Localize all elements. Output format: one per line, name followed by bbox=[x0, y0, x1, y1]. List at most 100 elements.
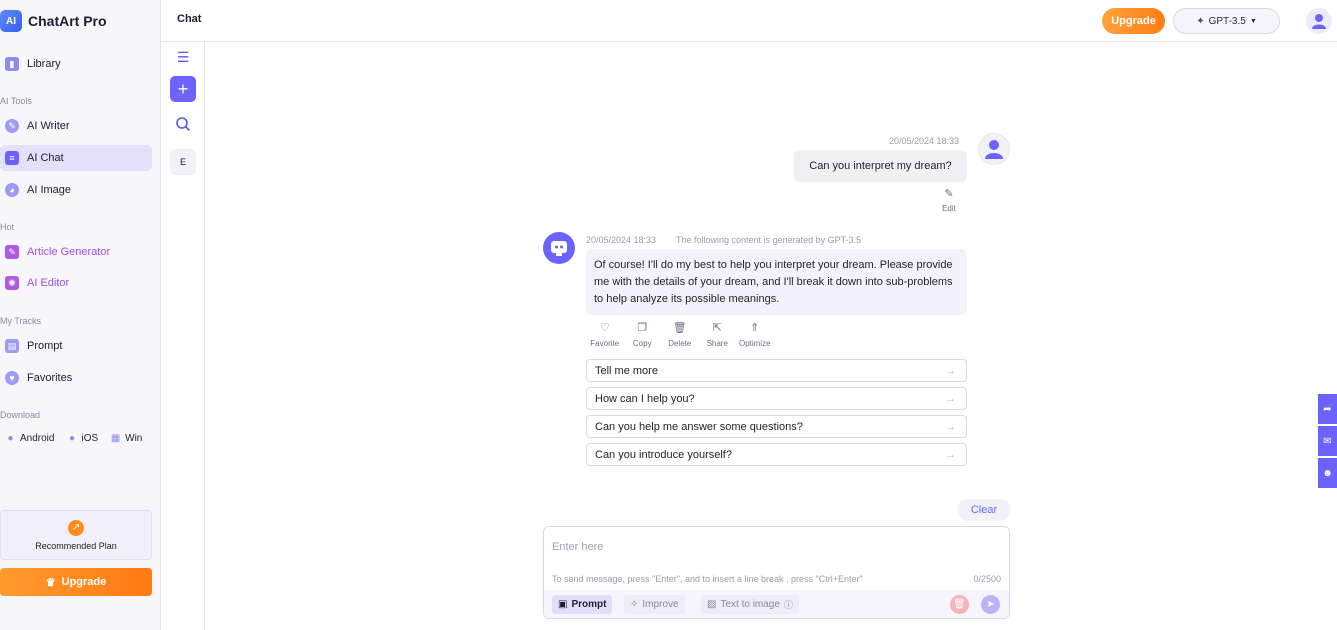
page-title: Chat bbox=[177, 13, 202, 25]
header-upgrade-button[interactable]: Upgrade bbox=[1102, 8, 1165, 34]
mail-icon: ✉ bbox=[1323, 435, 1332, 447]
user-message-time: 20/05/2024 18:33 bbox=[889, 136, 960, 146]
suggestion-item[interactable]: Can you introduce yourself? → bbox=[586, 443, 967, 466]
sidebar-item-ai-editor[interactable]: ✺ AI Editor bbox=[0, 270, 152, 296]
model-select[interactable]: ✦ GPT-3.5 ▼ bbox=[1173, 8, 1280, 34]
message-actions: ♡ Favorite ❐ Copy 🗑︎ Delete ⇱ Share ⇑ Op… bbox=[586, 321, 774, 348]
sidebar: AI ChatArt Pro ▮ Library AI Tools ✎ AI W… bbox=[0, 0, 161, 630]
section-label-ai-tools: AI Tools bbox=[0, 96, 32, 106]
suggestion-item[interactable]: Can you help me answer some questions? → bbox=[586, 415, 967, 438]
send-button[interactable]: ➤ bbox=[981, 595, 1000, 614]
sidebar-item-ai-writer[interactable]: ✎ AI Writer bbox=[0, 113, 152, 139]
download-android-link[interactable]: Android bbox=[20, 433, 54, 444]
clear-input-button[interactable]: 🗑︎ bbox=[950, 595, 969, 614]
section-label-my-tracks: My Tracks bbox=[0, 316, 42, 326]
sidebar-item-label: AI Writer bbox=[27, 120, 70, 132]
arrow-up-right-icon: ↗ bbox=[68, 519, 84, 536]
robot-icon bbox=[551, 241, 567, 256]
section-label-download: Download bbox=[0, 410, 41, 420]
float-mail-tab[interactable]: ✉ bbox=[1318, 426, 1337, 456]
user-avatar[interactable] bbox=[1306, 8, 1332, 34]
copy-label: Copy bbox=[632, 339, 652, 348]
suggestion-item[interactable]: Tell me more → bbox=[586, 359, 967, 382]
suggestion-text: How can I help you? bbox=[595, 392, 695, 405]
trash-icon: 🗑︎ bbox=[953, 599, 966, 610]
windows-icon: ▦ bbox=[110, 433, 121, 444]
clear-button[interactable]: Clear bbox=[957, 499, 1011, 521]
prompt-icon: ▤ bbox=[5, 339, 19, 353]
improve-chip[interactable]: ✧ Improve bbox=[624, 595, 685, 614]
bot-generated-note: The following content is generated by GP… bbox=[676, 235, 862, 245]
message-input[interactable] bbox=[552, 541, 992, 553]
prompt-icon: ▣ bbox=[558, 599, 568, 610]
suggestion-text: Tell me more bbox=[595, 364, 658, 377]
sidebar-item-library[interactable]: ▮ Library bbox=[0, 51, 152, 77]
user-icon bbox=[985, 140, 1003, 159]
favorite-button[interactable]: ♡ Favorite bbox=[586, 321, 624, 348]
float-share-tab[interactable]: ➦ bbox=[1318, 394, 1337, 424]
new-chat-button[interactable]: + bbox=[170, 76, 196, 102]
sidebar-item-article-generator[interactable]: ✎ Article Generator bbox=[0, 239, 152, 265]
sidebar-item-label: Prompt bbox=[27, 340, 63, 352]
prompt-chip[interactable]: ▣ Prompt bbox=[552, 595, 613, 614]
sidebar-item-ai-chat[interactable]: ≡ AI Chat bbox=[0, 145, 152, 171]
bot-message-bubble: Of course! I'll do my best to help you i… bbox=[586, 249, 967, 315]
book-icon: ▮ bbox=[5, 57, 19, 71]
suggestion-text: Can you help me answer some questions? bbox=[595, 420, 803, 433]
sidebar-item-favorites[interactable]: ♥ Favorites bbox=[0, 365, 152, 391]
optimize-button[interactable]: ⇑ Optimize bbox=[736, 321, 774, 348]
chevron-down-icon: ▼ bbox=[1249, 17, 1257, 25]
share-button[interactable]: ⇱ Share bbox=[699, 321, 737, 348]
heart-icon: ♡ bbox=[599, 322, 610, 334]
edit-message-button[interactable]: ✎ Edit bbox=[936, 187, 962, 213]
app-logo[interactable]: AI ChatArt Pro bbox=[0, 8, 107, 34]
optimize-label: Optimize bbox=[738, 339, 771, 348]
sidebar-item-label: AI Editor bbox=[27, 277, 70, 289]
sidebar-item-prompt[interactable]: ▤ Prompt bbox=[0, 333, 152, 359]
sidebar-upgrade-button[interactable]: ♛ Upgrade bbox=[0, 568, 152, 596]
pen-icon: ✎ bbox=[5, 119, 19, 133]
arrow-right-icon: → bbox=[945, 420, 956, 433]
sidebar-item-ai-image[interactable]: ◕ AI Image bbox=[0, 177, 152, 203]
sidebar-upgrade-label: Upgrade bbox=[61, 576, 107, 588]
collapse-list-icon[interactable]: ☰ bbox=[170, 44, 196, 70]
edit-icon: ✎ bbox=[944, 188, 954, 200]
crown-icon: ♛ bbox=[45, 576, 56, 589]
arrow-right-icon: → bbox=[945, 392, 956, 405]
search-icon[interactable] bbox=[170, 111, 196, 137]
section-label-hot: Hot bbox=[0, 222, 15, 232]
download-ios-link[interactable]: iOS bbox=[81, 433, 98, 444]
text-to-image-chip[interactable]: ▨ Text to image ⓘ bbox=[701, 595, 799, 614]
heart-icon: ♥ bbox=[5, 371, 19, 385]
recommended-plan-card[interactable]: ↗ Recommended Plan bbox=[0, 510, 152, 560]
image-icon: ▨ bbox=[707, 599, 717, 610]
copy-button[interactable]: ❐ Copy bbox=[624, 321, 662, 348]
composer-hint: To send message, press "Enter", and to i… bbox=[552, 574, 863, 584]
delete-button[interactable]: 🗑︎ Delete bbox=[661, 321, 699, 348]
user-message-avatar bbox=[978, 133, 1010, 165]
text-to-image-chip-label: Text to image bbox=[720, 599, 780, 610]
delete-label: Delete bbox=[668, 339, 692, 348]
rocket-icon: ⇑ bbox=[750, 322, 760, 334]
bot-message-time: 20/05/2024 18:33 bbox=[586, 235, 657, 245]
sidebar-item-label: AI Chat bbox=[27, 152, 64, 164]
share-icon: ⇱ bbox=[712, 322, 722, 334]
character-count: 0/2500 bbox=[973, 574, 1001, 584]
palette-icon: ◕ bbox=[5, 183, 19, 197]
model-select-value: GPT-3.5 bbox=[1208, 15, 1246, 27]
suggestion-text: Can you introduce yourself? bbox=[595, 448, 732, 461]
apple-icon: ● bbox=[68, 433, 75, 444]
app-name: ChatArt Pro bbox=[28, 13, 107, 29]
conversation-item[interactable]: E bbox=[170, 149, 196, 175]
sparkle-icon: ✦ bbox=[1196, 15, 1205, 27]
magic-wand-icon: ✧ bbox=[630, 599, 639, 610]
message-composer: To send message, press "Enter", and to i… bbox=[543, 526, 1010, 619]
download-win-link[interactable]: Win bbox=[125, 433, 142, 444]
float-discord-tab[interactable]: ☻ bbox=[1318, 458, 1337, 488]
suggestion-item[interactable]: How can I help you? → bbox=[586, 387, 967, 410]
user-icon bbox=[1312, 14, 1326, 29]
send-icon: ➤ bbox=[986, 599, 995, 610]
share-arrow-icon: ➦ bbox=[1323, 403, 1332, 415]
share-label: Share bbox=[706, 339, 728, 348]
top-header: Chat Upgrade ✦ GPT-3.5 ▼ bbox=[161, 0, 1337, 42]
